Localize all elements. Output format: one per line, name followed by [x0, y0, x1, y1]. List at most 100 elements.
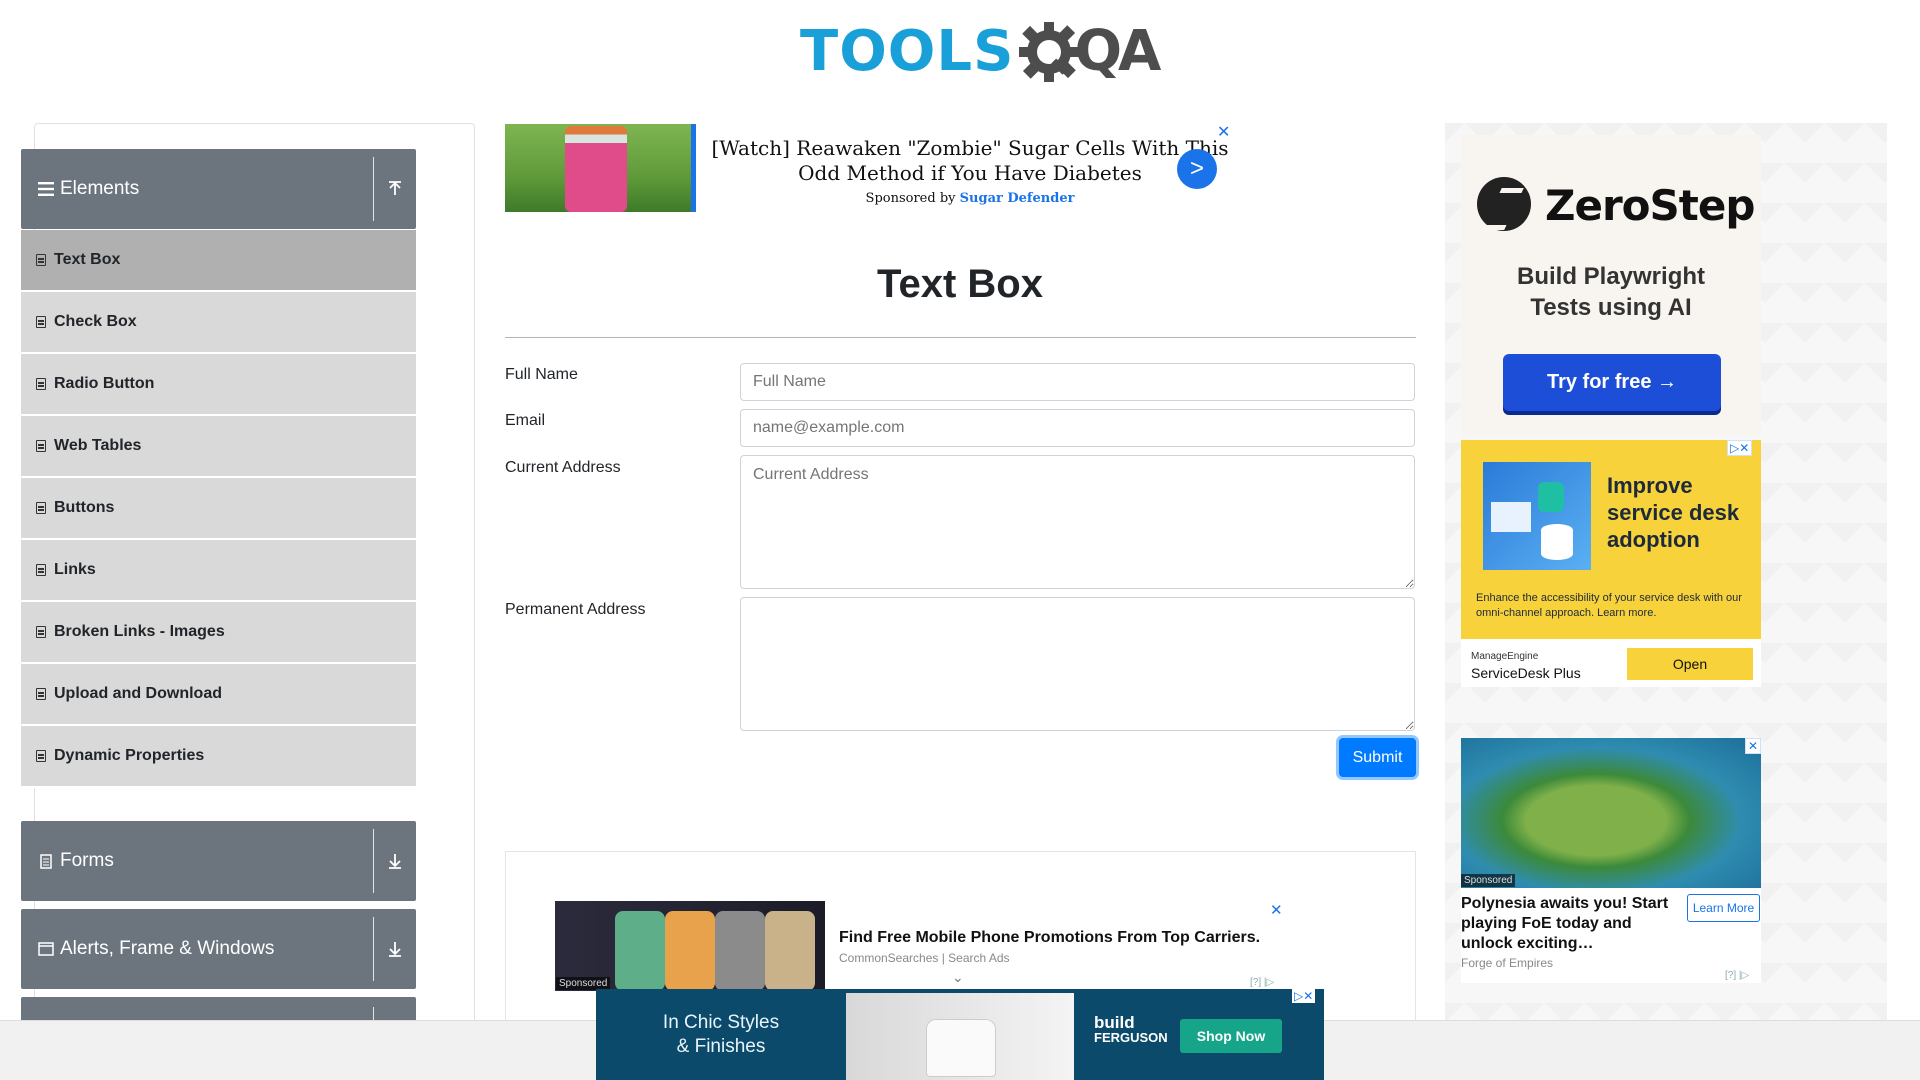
expand-icon[interactable]	[374, 853, 416, 869]
ad-sponsor-name: Sugar Defender	[959, 191, 1075, 206]
forge-of-empires-ad[interactable]: Sponsored ✕ Polynesia awaits you! Start …	[1461, 738, 1762, 983]
learn-more-button[interactable]: Learn More	[1687, 894, 1760, 922]
ad-description: Enhance the accessibility of your servic…	[1476, 592, 1742, 619]
sponsored-by-label: Sponsored by	[865, 191, 956, 206]
sidebar-item-radio-button[interactable]: Radio Button	[21, 354, 416, 416]
list-icon	[36, 564, 46, 576]
ad-sponsor-line: Sponsored by Sugar Defender	[700, 191, 1240, 206]
ad-source: Forge of Empires	[1461, 956, 1554, 970]
sidebar-item-label: Links	[54, 561, 96, 578]
list-icon	[36, 254, 46, 266]
group-header-alerts[interactable]: Alerts, Frame & Windows	[21, 909, 416, 989]
list-icon	[36, 378, 46, 390]
ad-brand-top: ManageEngine	[1471, 651, 1539, 662]
ad-brand-bottom: ServiceDesk Plus	[1471, 665, 1581, 681]
zerostep-ad[interactable]: ZeroStep Build Playwright Tests using AI…	[1461, 135, 1761, 435]
sidebar-item-check-box[interactable]: Check Box	[21, 292, 416, 354]
sidebar-item-links[interactable]: Links	[21, 540, 416, 602]
ad-image: Sponsored	[555, 901, 825, 991]
group-header-forms[interactable]: Forms	[21, 821, 416, 901]
submit-button[interactable]: Submit	[1339, 738, 1416, 777]
group-label: Forms	[60, 850, 114, 871]
try-for-free-button[interactable]: Try for free →	[1503, 354, 1721, 411]
ad-headline: Find Free Mobile Phone Promotions From T…	[839, 929, 1261, 946]
logo-tools-text: TOOLS	[800, 19, 1015, 84]
expand-icon[interactable]	[374, 941, 416, 957]
sidebar-item-label: Check Box	[54, 313, 137, 330]
sidebar-item-broken-links[interactable]: Broken Links - Images	[21, 602, 416, 664]
adchoices-icon[interactable]: [?] |▷	[1725, 970, 1749, 981]
divider	[373, 829, 374, 893]
list-icon	[36, 688, 46, 700]
hamburger-icon	[38, 181, 54, 197]
ad-headline: [Watch] Reawaken "Zombie" Sugar Cells Wi…	[711, 136, 1229, 185]
list-icon	[36, 626, 46, 638]
ferguson-logo-top: build	[1094, 1013, 1135, 1032]
adchoices-icon[interactable]: [?] |▷	[1250, 977, 1274, 988]
ad-subtitle-line: Build Playwright	[1516, 263, 1705, 290]
sponsored-label: Sponsored	[1461, 874, 1516, 887]
window-icon	[38, 941, 54, 957]
phone-graphic	[615, 911, 665, 991]
phone-promo-ad[interactable]: Sponsored Find Free Mobile Phone Promoti…	[555, 901, 1335, 991]
sidebar-item-label: Buttons	[54, 499, 115, 516]
close-icon[interactable]: ✕	[1745, 738, 1762, 754]
adchoices-icon[interactable]: ▷✕	[1727, 440, 1753, 456]
full-name-label: Full Name	[505, 366, 578, 383]
sidebar-item-buttons[interactable]: Buttons	[21, 478, 416, 540]
permanent-address-textarea[interactable]	[740, 597, 1415, 731]
ad-brand: ZeroStep	[1545, 181, 1755, 230]
list-icon	[36, 502, 46, 514]
logo-qa-text: QA	[1074, 19, 1161, 84]
email-label: Email	[505, 412, 546, 429]
close-icon[interactable]: ✕	[1270, 901, 1283, 919]
elements-menu: Text Box Check Box Radio Button Web Tabl…	[21, 230, 416, 788]
screen-graphic	[1491, 502, 1531, 532]
sidebar-item-text-box[interactable]: Text Box	[21, 230, 416, 292]
ferguson-logo: build FERGUSON	[1094, 1013, 1168, 1045]
ad-headline: Improve service desk adoption	[1607, 473, 1740, 552]
top-banner-ad[interactable]: [Watch] Reawaken "Zombie" Sugar Cells Wi…	[505, 124, 1235, 212]
group-header-elements[interactable]: Elements	[21, 149, 416, 229]
email-input[interactable]	[740, 409, 1415, 447]
ad-footer: ManageEngine ServiceDesk Plus Open	[1461, 639, 1761, 687]
permanent-address-label: Permanent Address	[505, 601, 646, 618]
collapse-icon[interactable]	[374, 181, 416, 197]
ad-illustration	[1483, 462, 1591, 570]
sidebar-item-dynamic-properties[interactable]: Dynamic Properties	[21, 726, 416, 788]
page-title: Text Box	[877, 262, 1043, 306]
list-icon	[36, 316, 46, 328]
toolsqa-logo[interactable]: TOOLS QA	[800, 14, 1161, 90]
manageengine-ad[interactable]: Improve service desk adoption Enhance th…	[1461, 440, 1761, 687]
ad-tagline: In Chic Styles & Finishes	[596, 1011, 846, 1059]
page: TOOLS QA Elements Text Box Check Box Rad…	[0, 0, 1920, 1080]
ferguson-sticky-ad[interactable]: In Chic Styles & Finishes build FERGUSON…	[596, 989, 1324, 1080]
phone-graphic	[765, 911, 815, 991]
zerostep-logo-icon	[1477, 177, 1531, 231]
sidebar-item-label: Text Box	[54, 251, 121, 268]
ad-go-button[interactable]: >	[1177, 149, 1217, 189]
list-icon	[36, 750, 46, 762]
sidebar-item-label: Broken Links - Images	[54, 623, 225, 640]
ad-tagline-line: & Finishes	[676, 1036, 766, 1057]
divider	[373, 917, 374, 981]
sidebar-item-label: Web Tables	[54, 437, 142, 454]
current-address-label: Current Address	[505, 459, 621, 476]
sidebar-item-upload-download[interactable]: Upload and Download	[21, 664, 416, 726]
document-icon	[38, 853, 54, 869]
close-icon[interactable]: ✕	[1217, 122, 1230, 142]
current-address-textarea[interactable]	[740, 455, 1415, 589]
adchoices-icon[interactable]: ▷✕	[1292, 989, 1316, 1003]
phone-graphic	[665, 911, 715, 991]
full-name-input[interactable]	[740, 363, 1415, 401]
ad-image	[1461, 738, 1761, 888]
sidebar-item-web-tables[interactable]: Web Tables	[21, 416, 416, 478]
jar-graphic	[565, 126, 627, 212]
sidebar-item-label: Upload and Download	[54, 685, 222, 702]
chevron-down-icon[interactable]: ⌄	[952, 969, 964, 986]
shop-now-button[interactable]: Shop Now	[1180, 1019, 1282, 1053]
ad-subtitle-line: Tests using AI	[1530, 294, 1692, 321]
group-label: Alerts, Frame & Windows	[60, 938, 275, 959]
open-button[interactable]: Open	[1627, 648, 1753, 680]
ad-tagline-line: In Chic Styles	[662, 1012, 780, 1033]
